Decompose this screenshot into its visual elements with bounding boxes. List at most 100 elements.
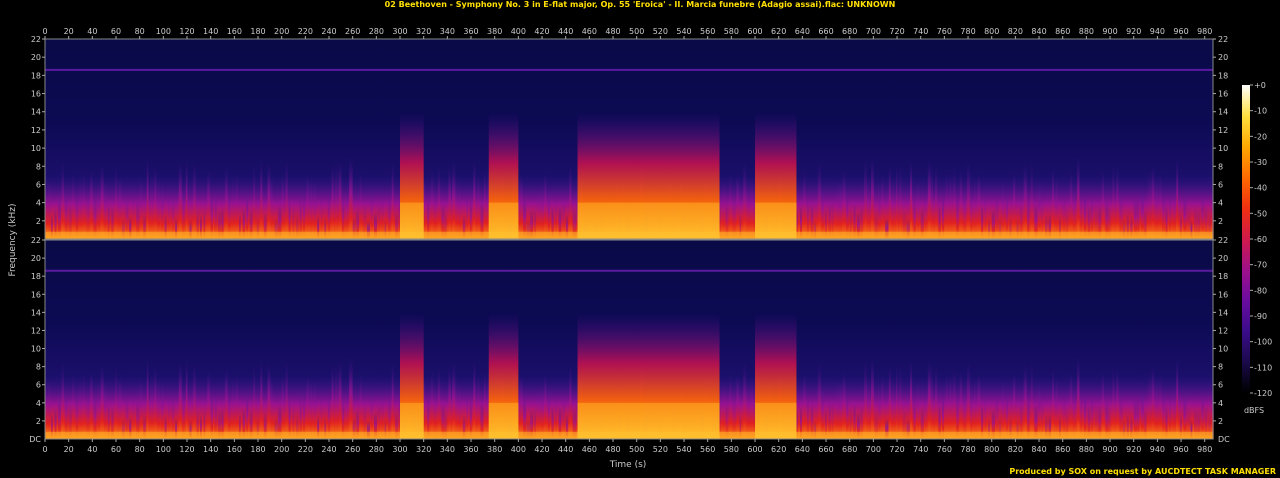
x-tick-label-bottom: 320: [416, 445, 431, 454]
x-tick-label-top: 40: [87, 27, 97, 36]
x-tick-label-top: 320: [416, 27, 431, 36]
y-tick-label-left: 6: [36, 381, 41, 390]
x-tick-label-bottom: 360: [463, 445, 478, 454]
y-tick-label-right: 6: [1218, 180, 1223, 189]
x-tick-label-top: 200: [274, 27, 289, 36]
x-tick-label-bottom: 220: [298, 445, 313, 454]
x-tick-label-top: 0: [42, 27, 47, 36]
x-tick-label-top: 260: [345, 27, 360, 36]
y-tick-label-left: 18: [31, 71, 41, 80]
x-tick-label-bottom: 580: [724, 445, 739, 454]
x-tick-label-bottom: 640: [795, 445, 810, 454]
y-tick-label-right: 2: [1218, 417, 1223, 426]
y-tick-label-right: 2: [1218, 217, 1223, 226]
x-tick-label-top: 180: [250, 27, 265, 36]
x-tick-label-top: 820: [1008, 27, 1023, 36]
y-tick-label-right: 22: [1218, 236, 1228, 245]
colorbar: +0 -10 -20 -30 -40 -50 -60 -70 -80 -90 -100 -110 -12…: [1242, 81, 1272, 398]
x-tick-label-bottom: 380: [487, 445, 502, 454]
y-tick-label-right: 6: [1218, 381, 1223, 390]
x-tick-label-top: 780: [960, 27, 975, 36]
x-tick-label-top: 140: [203, 27, 218, 36]
x-tick-label-top: 640: [795, 27, 810, 36]
y-tick-label-left: 22: [31, 236, 41, 245]
colorbar-gradient: [1242, 85, 1250, 393]
x-tick-label-bottom: 680: [842, 445, 857, 454]
y-tick-label-right: 20: [1218, 254, 1228, 263]
x-tick-label-bottom: 120: [179, 445, 194, 454]
y-tick-label-left: 2: [36, 417, 41, 426]
y-tick-label-left: 12: [31, 326, 41, 335]
x-tick-label-top: 100: [156, 27, 171, 36]
y-dc-label-right: DC: [1218, 435, 1230, 444]
colorbar-tick-label: +0: [1254, 81, 1266, 90]
x-tick-label-bottom: 500: [629, 445, 644, 454]
x-tick-label-top: 720: [889, 27, 904, 36]
y-tick-label-right: 14: [1218, 108, 1228, 117]
x-tick-label-bottom: 520: [653, 445, 668, 454]
y-tick-label-left: 16: [31, 290, 41, 299]
x-tick-label-bottom: 100: [156, 445, 171, 454]
x-tick-label-bottom: 0: [42, 445, 47, 454]
y-tick-label-left: 8: [36, 363, 41, 372]
x-tick-label-top: 680: [842, 27, 857, 36]
colorbar-tick-label: -30: [1254, 158, 1267, 167]
x-tick-label-top: 400: [511, 27, 526, 36]
y-tick-label-left: 14: [31, 108, 41, 117]
x-tick-label-bottom: 860: [1055, 445, 1070, 454]
x-tick-label-top: 240: [321, 27, 336, 36]
x-tick-label-top: 980: [1197, 27, 1212, 36]
y-tick-label-left: 6: [36, 180, 41, 189]
y-tick-label-right: 18: [1218, 71, 1228, 80]
x-tick-label-top: 360: [463, 27, 478, 36]
x-tick-label-top: 220: [298, 27, 313, 36]
x-tick-label-bottom: 40: [87, 445, 97, 454]
colorbar-tick-label: -40: [1254, 184, 1267, 193]
x-tick-label-bottom: 620: [771, 445, 786, 454]
x-tick-label-top: 20: [64, 27, 74, 36]
x-tick-label-bottom: 20: [64, 445, 74, 454]
x-tick-label-top: 500: [629, 27, 644, 36]
y-tick-label-left: 22: [31, 35, 41, 44]
x-tick-label-bottom: 940: [1150, 445, 1165, 454]
y-tick-label-left: 20: [31, 53, 41, 62]
credit-text: Produced by SOX on request by AUCDTECT T…: [1009, 467, 1276, 476]
tone-line: [45, 269, 1213, 272]
y-tick-label-right: 22: [1218, 35, 1228, 44]
colorbar-tick-label: -60: [1254, 235, 1267, 244]
x-tick-label-top: 440: [558, 27, 573, 36]
y-tick-label-left: 18: [31, 272, 41, 281]
y-tick-label-left: 10: [31, 144, 41, 153]
x-tick-label-top: 960: [1173, 27, 1188, 36]
colorbar-tick-label: -110: [1254, 363, 1272, 372]
x-tick-label-bottom: 200: [274, 445, 289, 454]
x-tick-label-bottom: 60: [111, 445, 121, 454]
colorbar-tick-label: -120: [1254, 389, 1272, 398]
x-tick-label-bottom: 300: [392, 445, 407, 454]
x-tick-label-top: 840: [1031, 27, 1046, 36]
x-tick-label-top: 480: [605, 27, 620, 36]
y-tick-label-left: 20: [31, 254, 41, 263]
y-tick-label-right: 4: [1218, 399, 1223, 408]
x-tick-label-bottom: 980: [1197, 445, 1212, 454]
x-tick-label-top: 880: [1079, 27, 1094, 36]
x-tick-label-top: 280: [369, 27, 384, 36]
x-tick-label-bottom: 160: [227, 445, 242, 454]
x-tick-label-bottom: 80: [135, 445, 145, 454]
y-tick-label-left: 10: [31, 345, 41, 354]
x-tick-label-top: 80: [135, 27, 145, 36]
x-tick-label-bottom: 440: [558, 445, 573, 454]
x-tick-label-bottom: 920: [1126, 445, 1141, 454]
x-tick-label-bottom: 340: [440, 445, 455, 454]
x-tick-label-top: 700: [866, 27, 881, 36]
channel-panel: [44, 38, 1214, 240]
y-axis-label: Frequency (kHz): [8, 203, 18, 276]
x-tick-label-top: 800: [984, 27, 999, 36]
y-tick-label-left: 12: [31, 126, 41, 135]
x-tick-label-top: 420: [534, 27, 549, 36]
x-tick-label-bottom: 740: [913, 445, 928, 454]
x-tick-label-bottom: 260: [345, 445, 360, 454]
colorbar-tick-label: -90: [1254, 312, 1267, 321]
x-tick-label-top: 160: [227, 27, 242, 36]
tone-line: [45, 68, 1213, 71]
